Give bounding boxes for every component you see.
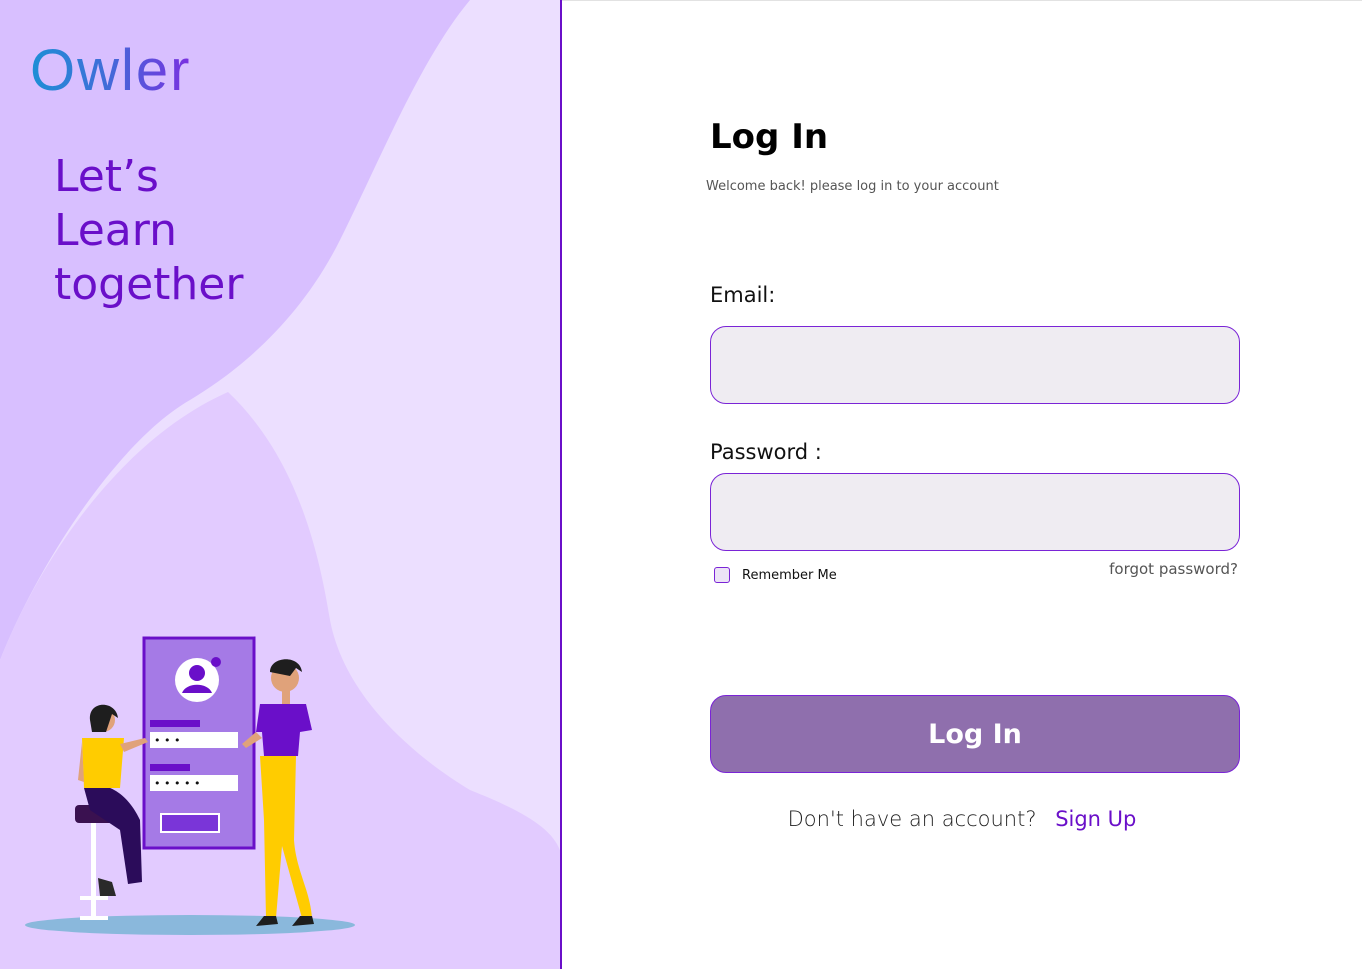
- svg-text:• • •: • • •: [154, 734, 180, 747]
- owler-logo: Owler: [30, 38, 192, 103]
- page-subtitle: Welcome back! please log in to your acco…: [706, 179, 999, 194]
- tagline-line: Let’s: [54, 151, 159, 202]
- remember-me-checkbox[interactable]: [714, 567, 730, 583]
- tagline-line: Learn: [54, 205, 177, 256]
- email-label: Email:: [710, 283, 776, 307]
- forgot-password-link[interactable]: forgot password?: [1109, 560, 1238, 578]
- signup-row: Don't have an account? Sign Up: [562, 807, 1362, 831]
- tagline-line: together: [54, 259, 244, 310]
- remember-me-label: Remember Me: [742, 567, 837, 583]
- remember-me[interactable]: Remember Me: [714, 567, 837, 583]
- email-field[interactable]: [710, 326, 1240, 404]
- svg-text:• • • • •: • • • • •: [154, 777, 200, 790]
- login-illustration: • • • • • • • •: [25, 636, 355, 935]
- tagline: Let’s Learn together: [54, 150, 243, 312]
- signup-link[interactable]: Sign Up: [1055, 807, 1136, 831]
- page-title: Log In: [710, 117, 829, 157]
- login-button[interactable]: Log In: [710, 695, 1240, 773]
- signup-prompt: Don't have an account?: [787, 807, 1037, 831]
- password-field[interactable]: [710, 473, 1240, 551]
- password-label: Password :: [710, 440, 822, 464]
- left-panel: Owler Let’s Learn together • • • • • • •…: [0, 0, 562, 969]
- login-panel: Log In Welcome back! please log in to yo…: [562, 0, 1362, 969]
